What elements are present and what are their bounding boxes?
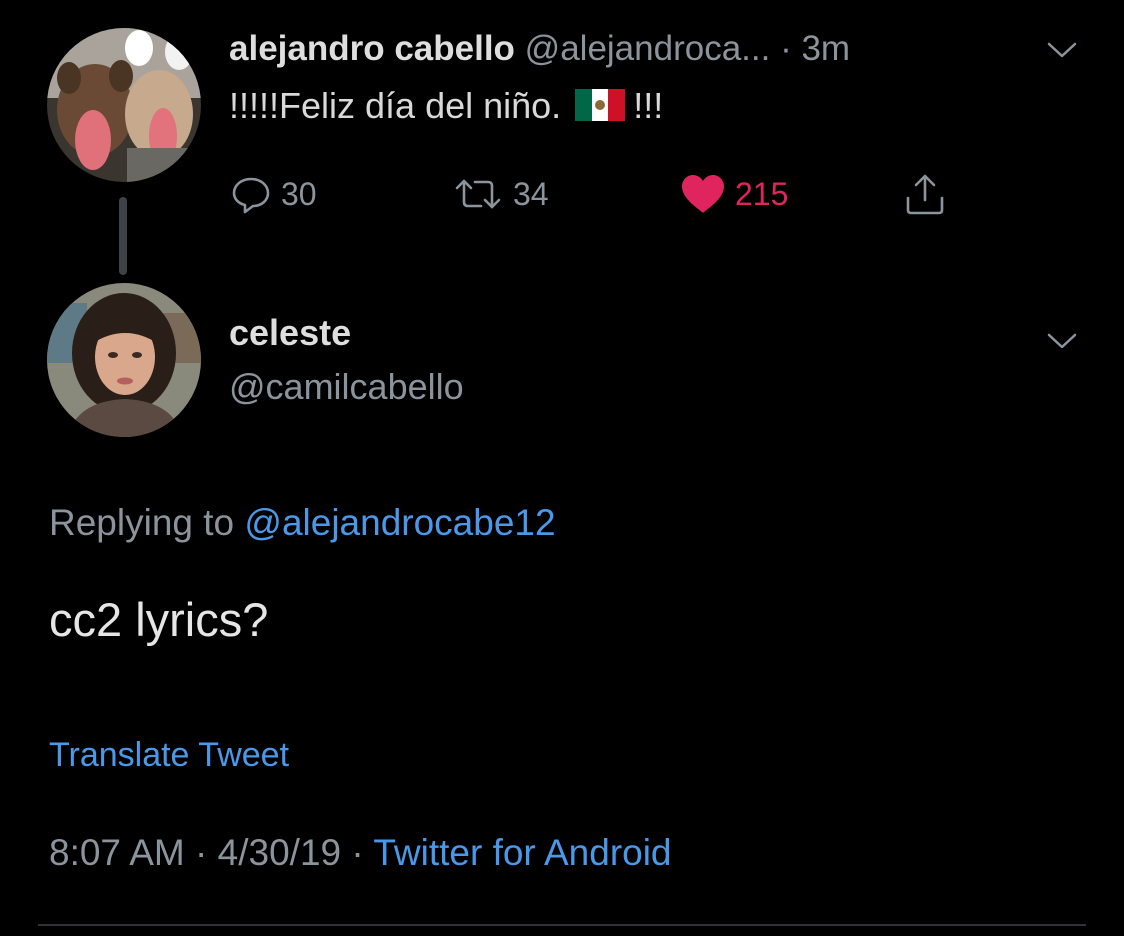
parent-tweet-text: !!!!!Feliz día del niño. !!!: [229, 84, 663, 128]
reply-button[interactable]: 30: [229, 172, 317, 216]
parent-tweet-header: alejandro cabello @alejandroca... · 3m: [229, 27, 850, 71]
share-button[interactable]: [903, 172, 955, 216]
heart-icon: [682, 175, 724, 213]
reply-icon: [232, 177, 270, 214]
like-count: 215: [735, 175, 789, 212]
replying-to-line: Replying to @alejandrocabe12: [49, 500, 556, 546]
like-button[interactable]: 215: [679, 172, 788, 216]
parent-text-end: !!!: [633, 85, 664, 126]
retweet-count: 34: [513, 175, 549, 212]
parent-timestamp: · 3m: [780, 29, 851, 68]
tweet-metadata: 8:07 AM · 4/30/19 · Twitter for Android: [49, 828, 672, 878]
parent-avatar[interactable]: [47, 28, 201, 182]
thread-connector-line: [119, 197, 127, 275]
parent-handle[interactable]: @alejandroca...: [525, 29, 771, 68]
meta-separator: ·: [184, 832, 218, 873]
tweet-time: 8:07 AM: [49, 832, 185, 873]
parent-display-name[interactable]: alejandro cabello: [229, 29, 515, 68]
parent-text-start: !!!!!Feliz día del niño.: [229, 85, 562, 126]
retweet-button[interactable]: 34: [451, 172, 549, 216]
translate-tweet-link[interactable]: Translate Tweet: [49, 733, 289, 777]
meta-separator: ·: [341, 832, 374, 873]
reply-tweet-text: cc2 lyrics?: [49, 593, 269, 646]
reply-avatar[interactable]: [47, 283, 201, 437]
reply-count: 30: [281, 175, 317, 212]
retweet-icon: [455, 179, 501, 209]
divider: [38, 924, 1086, 926]
share-icon: [906, 174, 944, 215]
tweet-source-link[interactable]: Twitter for Android: [373, 832, 671, 873]
tweet-date: 4/30/19: [217, 832, 342, 873]
replying-to-handle-link[interactable]: @alejandrocabe12: [244, 502, 555, 543]
chevron-down-icon[interactable]: [1046, 331, 1078, 351]
reply-handle[interactable]: @camilcabello: [229, 365, 464, 409]
chevron-down-icon[interactable]: [1046, 40, 1078, 60]
replying-to-label: Replying to: [49, 502, 245, 543]
reply-display-name[interactable]: celeste: [229, 311, 351, 355]
mexico-flag-icon: [575, 89, 626, 122]
